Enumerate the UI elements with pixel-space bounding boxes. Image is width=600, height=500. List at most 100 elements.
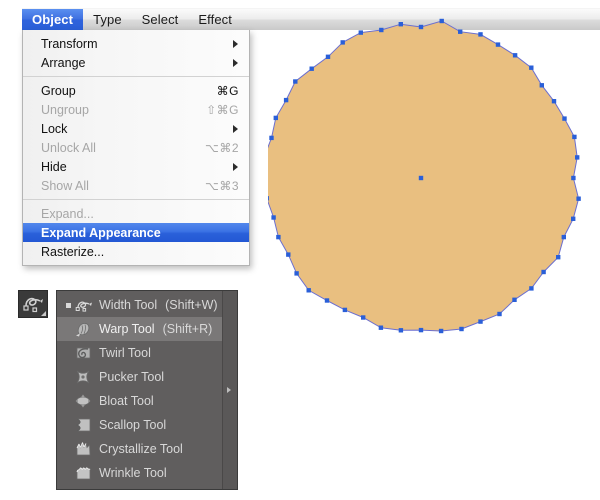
tool-item-label: Warp Tool: [99, 322, 155, 336]
anchor-point[interactable]: [458, 30, 462, 34]
anchor-point[interactable]: [379, 28, 383, 32]
anchor-point[interactable]: [440, 19, 444, 23]
menu-item-hide[interactable]: Hide: [23, 157, 249, 176]
menu-item-label: Lock: [41, 122, 67, 136]
anchor-point[interactable]: [478, 32, 482, 36]
anchor-point[interactable]: [529, 286, 533, 290]
anchor-point[interactable]: [419, 328, 423, 332]
anchor-point[interactable]: [379, 326, 383, 330]
anchor-point[interactable]: [274, 116, 278, 120]
anchor-point[interactable]: [276, 235, 280, 239]
submenu-arrow-icon: [233, 59, 238, 67]
anchor-point[interactable]: [571, 176, 575, 180]
anchor-point[interactable]: [419, 25, 423, 29]
tool-item-wrinkle-tool[interactable]: Wrinkle Tool: [57, 461, 222, 485]
submenu-arrow-icon: [233, 125, 238, 133]
anchor-point[interactable]: [399, 328, 403, 332]
anchor-point[interactable]: [286, 252, 290, 256]
anchor-point[interactable]: [343, 308, 347, 312]
anchor-point[interactable]: [540, 83, 544, 87]
menu-item-lock[interactable]: Lock: [23, 119, 249, 138]
toolbar-width-tool-button[interactable]: [18, 290, 48, 318]
crystallize-tool-icon: [73, 440, 95, 458]
menubar-item-effect[interactable]: Effect: [188, 9, 242, 30]
anchor-point[interactable]: [293, 79, 297, 83]
menubar-item-object[interactable]: Object: [22, 9, 83, 30]
flyout-tear-off-handle[interactable]: [222, 291, 237, 489]
anchor-point[interactable]: [512, 298, 516, 302]
anchor-point[interactable]: [556, 255, 560, 259]
center-anchor-point[interactable]: [419, 176, 423, 180]
anchor-point[interactable]: [310, 67, 314, 71]
tool-item-scallop-tool[interactable]: Scallop Tool: [57, 413, 222, 437]
menu-item-label: Group: [41, 84, 76, 98]
tool-item-crystallize-tool[interactable]: Crystallize Tool: [57, 437, 222, 461]
anchor-point[interactable]: [268, 196, 269, 200]
menu-item-expand-appearance[interactable]: Expand Appearance: [23, 223, 249, 242]
menu-item-show-all: Show All ⌥⌘3: [23, 176, 249, 195]
twirl-tool-icon: [73, 344, 95, 362]
anchor-point[interactable]: [562, 116, 566, 120]
menubar-item-label: Select: [142, 12, 179, 27]
object-dropdown-menu: Transform Arrange Group ⌘G Ungroup ⇧⌘G L…: [22, 30, 250, 266]
anchor-point[interactable]: [307, 288, 311, 292]
menu-item-label: Rasterize...: [41, 245, 104, 259]
anchor-point[interactable]: [269, 136, 273, 140]
menu-item-label: Show All: [41, 179, 89, 193]
menu-item-arrange[interactable]: Arrange: [23, 53, 249, 72]
anchor-point[interactable]: [497, 312, 501, 316]
tool-item-bloat-tool[interactable]: Bloat Tool: [57, 389, 222, 413]
anchor-point[interactable]: [496, 42, 500, 46]
anchor-point[interactable]: [361, 315, 365, 319]
tool-item-shortcut: (Shift+R): [163, 322, 213, 336]
tool-item-warp-tool[interactable]: Warp Tool (Shift+R): [57, 317, 222, 341]
anchor-point[interactable]: [271, 215, 275, 219]
menu-item-group[interactable]: Group ⌘G: [23, 81, 249, 100]
tool-item-width-tool[interactable]: Width Tool (Shift+W): [57, 293, 222, 317]
anchor-point[interactable]: [513, 53, 517, 57]
scallop-tool-icon: [73, 416, 95, 434]
warp-tool-icon: [73, 320, 95, 338]
anchor-point[interactable]: [552, 99, 556, 103]
anchor-point[interactable]: [284, 98, 288, 102]
submenu-arrow-icon: [233, 163, 238, 171]
pucker-tool-icon: [73, 368, 95, 386]
menubar-item-select[interactable]: Select: [132, 9, 189, 30]
anchor-point[interactable]: [571, 217, 575, 221]
anchor-point[interactable]: [294, 271, 298, 275]
anchor-point[interactable]: [341, 40, 345, 44]
anchor-point[interactable]: [326, 55, 330, 59]
menu-item-label: Expand Appearance: [41, 226, 161, 240]
anchor-point[interactable]: [572, 135, 576, 139]
menubar-item-label: Effect: [198, 12, 232, 27]
anchor-point[interactable]: [478, 319, 482, 323]
menu-item-expand: Expand...: [23, 204, 249, 223]
tool-item-label: Bloat Tool: [99, 394, 154, 408]
anchor-point[interactable]: [439, 329, 443, 333]
tool-item-label: Scallop Tool: [99, 418, 166, 432]
menu-item-shortcut: ⌘G: [217, 84, 241, 98]
menu-item-label: Transform: [41, 37, 98, 51]
menu-item-transform[interactable]: Transform: [23, 34, 249, 53]
menubar-item-type[interactable]: Type: [83, 9, 132, 30]
menubar-item-label: Type: [93, 12, 122, 27]
canvas-area: [268, 8, 600, 348]
anchor-point[interactable]: [575, 155, 579, 159]
menu-item-ungroup: Ungroup ⇧⌘G: [23, 100, 249, 119]
menu-item-label: Hide: [41, 160, 67, 174]
tool-item-pucker-tool[interactable]: Pucker Tool: [57, 365, 222, 389]
anchor-point[interactable]: [399, 22, 403, 26]
anchor-point[interactable]: [562, 235, 566, 239]
tool-item-twirl-tool[interactable]: Twirl Tool: [57, 341, 222, 365]
anchor-point[interactable]: [459, 327, 463, 331]
menu-item-rasterize[interactable]: Rasterize...: [23, 242, 249, 261]
anchor-point[interactable]: [541, 270, 545, 274]
anchor-point[interactable]: [576, 197, 580, 201]
selected-circle-path[interactable]: [268, 8, 600, 348]
flyout-indicator-icon: [41, 311, 46, 316]
menu-item-shortcut: ⌥⌘2: [205, 141, 241, 155]
anchor-point[interactable]: [359, 30, 363, 34]
anchor-point[interactable]: [529, 66, 533, 70]
anchor-point[interactable]: [325, 298, 329, 302]
bloat-tool-icon: [73, 392, 95, 410]
